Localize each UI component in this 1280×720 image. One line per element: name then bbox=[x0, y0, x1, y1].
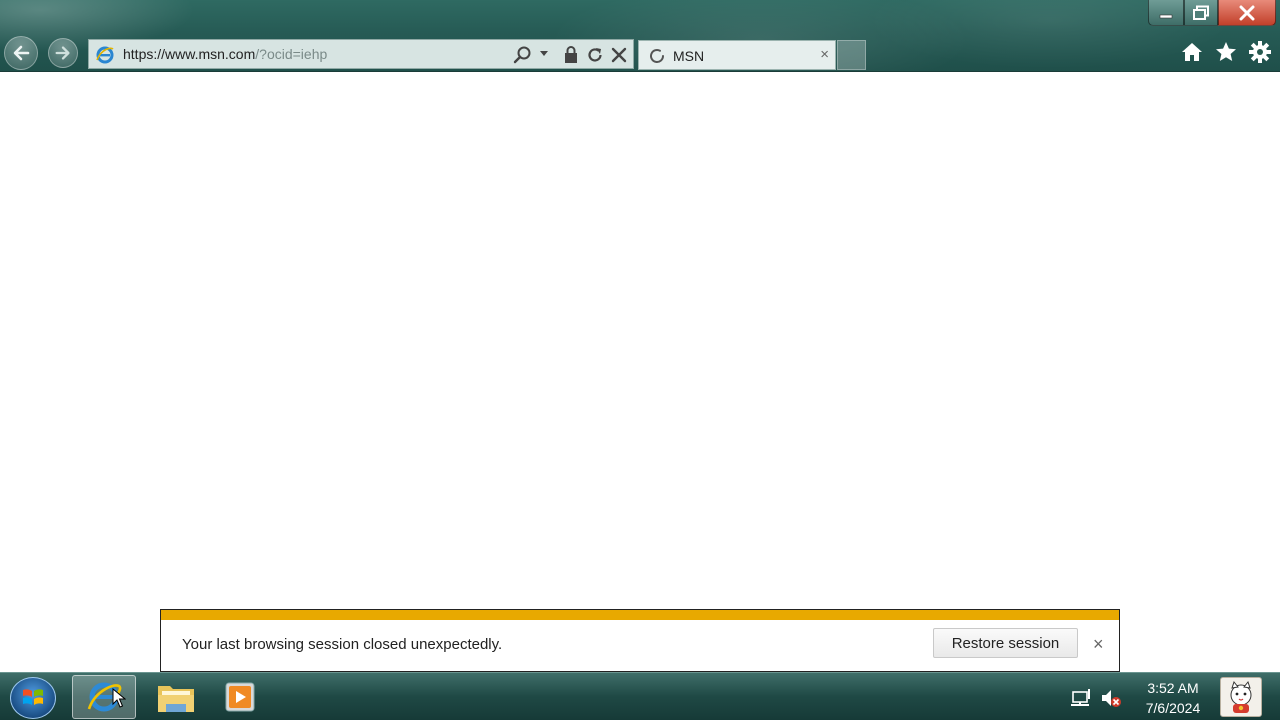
search-icon[interactable] bbox=[513, 45, 533, 65]
taskbar-file-explorer[interactable] bbox=[144, 675, 208, 719]
restore-session-button[interactable]: Restore session bbox=[933, 628, 1078, 658]
tab-title: MSN bbox=[673, 48, 705, 64]
settings-button[interactable] bbox=[1248, 40, 1272, 64]
page-content bbox=[0, 72, 1280, 672]
restore-icon bbox=[1193, 5, 1209, 20]
volume-tray-button[interactable] bbox=[1100, 687, 1122, 709]
browser-toolbar: https://www.msn.com/?ocid=iehp MSN × bbox=[0, 0, 1280, 72]
back-arrow-icon bbox=[13, 45, 30, 61]
url-host: https://www.msn.com bbox=[123, 46, 256, 62]
close-icon bbox=[1239, 5, 1255, 20]
taskbar-media-player[interactable] bbox=[208, 675, 272, 719]
mouse-cursor-icon bbox=[112, 688, 126, 708]
notification-close-button[interactable]: × bbox=[1093, 634, 1104, 655]
forward-arrow-icon bbox=[55, 46, 70, 60]
ie-page-icon bbox=[96, 46, 114, 64]
dropdown-icon[interactable] bbox=[539, 50, 549, 58]
forward-button[interactable] bbox=[48, 38, 78, 68]
file-explorer-icon bbox=[158, 686, 194, 712]
network-tray-button[interactable] bbox=[1070, 687, 1092, 709]
minimize-icon bbox=[1159, 14, 1173, 18]
clock-date: 7/6/2024 bbox=[1145, 700, 1201, 716]
favorites-button[interactable] bbox=[1214, 40, 1238, 64]
clock-time: 3:52 AM bbox=[1147, 680, 1199, 696]
taskbar: 3:52 AM 7/6/2024 bbox=[0, 672, 1280, 720]
back-button[interactable] bbox=[4, 36, 38, 70]
volume-muted-icon bbox=[1102, 690, 1121, 707]
notification-accent-bar bbox=[161, 610, 1119, 620]
address-url[interactable]: https://www.msn.com/?ocid=iehp bbox=[123, 46, 327, 62]
notification-message: Your last browsing session closed unexpe… bbox=[182, 636, 503, 653]
window-controls bbox=[1148, 0, 1280, 27]
settings-gear-icon bbox=[1249, 41, 1271, 63]
user-tile[interactable] bbox=[1220, 677, 1262, 717]
session-restore-notification: Your last browsing session closed unexpe… bbox=[160, 609, 1120, 672]
restore-button[interactable] bbox=[1184, 0, 1218, 26]
lucky-cat-avatar-icon bbox=[1230, 680, 1252, 713]
stop-icon[interactable] bbox=[610, 45, 628, 65]
tab-msn[interactable]: MSN × bbox=[638, 40, 836, 70]
network-icon bbox=[1071, 689, 1090, 706]
system-clock[interactable]: 3:52 AM 7/6/2024 bbox=[1138, 678, 1208, 718]
address-bar[interactable]: https://www.msn.com/?ocid=iehp bbox=[88, 39, 634, 69]
url-query: /?ocid=iehp bbox=[255, 46, 328, 62]
windows-start-orb-icon bbox=[23, 689, 43, 705]
command-icons bbox=[1180, 40, 1272, 64]
taskbar-internet-explorer[interactable] bbox=[72, 675, 136, 719]
favorites-star-icon bbox=[1216, 42, 1236, 61]
loading-spinner-icon bbox=[650, 49, 664, 63]
media-player-icon bbox=[225, 682, 255, 712]
home-icon bbox=[1182, 43, 1202, 61]
start-button[interactable] bbox=[10, 677, 56, 719]
minimize-button[interactable] bbox=[1148, 0, 1184, 26]
close-button[interactable] bbox=[1218, 0, 1276, 26]
new-tab-button[interactable] bbox=[837, 40, 866, 70]
refresh-icon[interactable] bbox=[585, 45, 605, 65]
tab-close-button[interactable]: × bbox=[820, 46, 829, 63]
home-button[interactable] bbox=[1180, 40, 1204, 64]
lock-icon[interactable] bbox=[562, 45, 580, 65]
